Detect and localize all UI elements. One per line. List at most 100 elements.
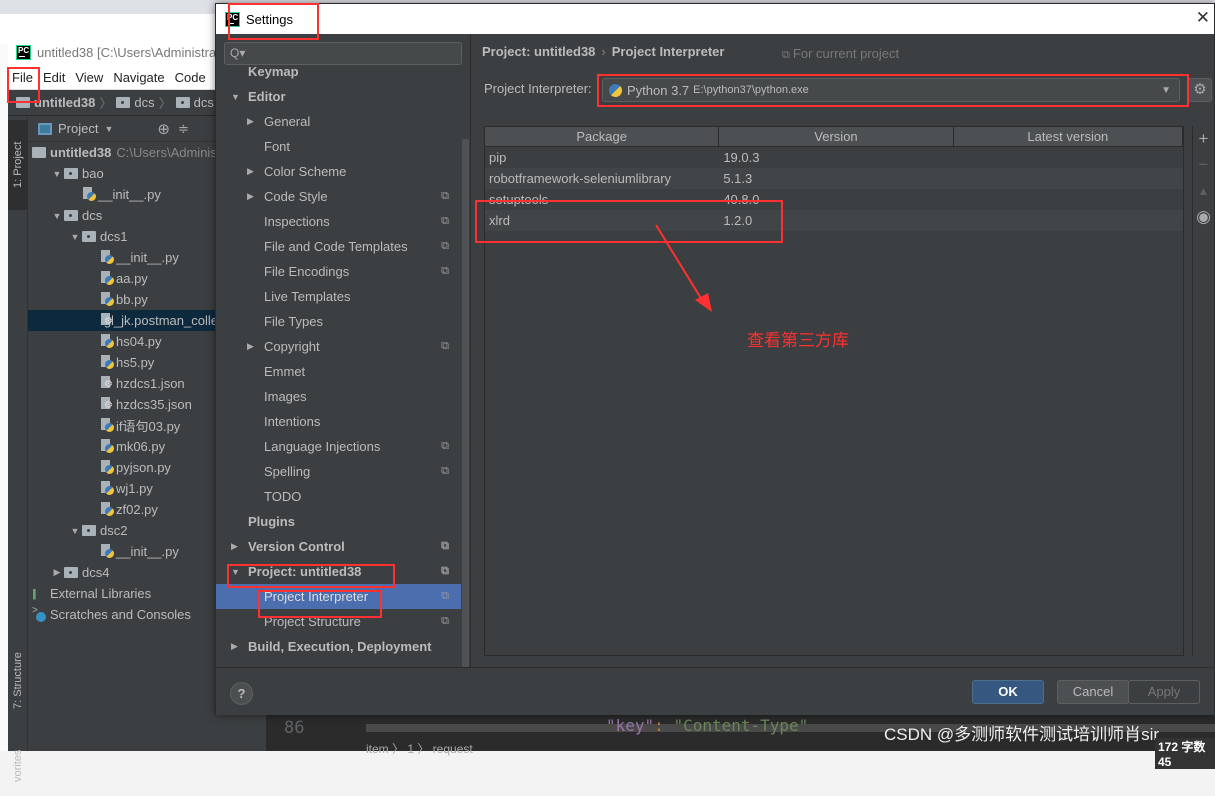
tree-item[interactable]: bb.py — [28, 289, 218, 310]
column-header-version[interactable]: Version — [719, 127, 954, 146]
python-file-icon — [100, 439, 114, 454]
add-package-icon[interactable]: + — [1193, 126, 1214, 152]
collapse-all-icon[interactable]: ≑ — [178, 121, 189, 137]
chevron-down-icon[interactable]: ▼ — [50, 169, 64, 179]
settings-tree-item[interactable]: Spelling ⧉ — [216, 459, 461, 484]
project-view-selector[interactable]: Project — [58, 121, 98, 136]
settings-tree-item-label: Images — [264, 389, 307, 404]
tree-item[interactable]: Scratches and Consoles — [28, 604, 218, 625]
settings-tree-item[interactable]: ▶ Copyright ⧉ — [216, 334, 461, 359]
tree-item[interactable]: mk06.py — [28, 436, 218, 457]
gear-icon[interactable]: ⚙ — [1188, 78, 1212, 102]
menu-navigate[interactable]: Navigate — [113, 70, 164, 85]
settings-tree-item[interactable]: File Encodings ⧉ — [216, 259, 461, 284]
chevron-down-icon[interactable]: ▼ — [104, 124, 113, 134]
project-scope-icon: ⧉ — [441, 590, 449, 602]
tree-item[interactable]: ▶ dcs4 — [28, 562, 218, 583]
tree-item[interactable]: hzdcs35.json — [28, 394, 218, 415]
tree-item[interactable]: ||| External Libraries — [28, 583, 218, 604]
tree-item[interactable]: gl_jk.postman_colle — [28, 310, 218, 331]
chevron-right-icon[interactable]: ▶ — [247, 116, 254, 127]
tree-item-label: Scratches and Consoles — [50, 607, 191, 622]
chevron-right-icon[interactable]: ▶ — [247, 341, 254, 352]
cancel-button[interactable]: Cancel — [1057, 680, 1129, 704]
tree-item[interactable]: if语句03.py — [28, 415, 218, 436]
chevron-right-icon[interactable]: ▶ — [50, 567, 64, 578]
project-panel-header: Project ▼ ⊕ ≑ — [28, 116, 218, 142]
table-row[interactable]: pip 19.0.3 — [485, 147, 1183, 168]
breadcrumb-item[interactable]: untitled38 — [34, 95, 95, 110]
settings-tree-item[interactable]: Inspections ⧉ — [216, 209, 461, 234]
chevron-down-icon[interactable]: ▼ — [231, 92, 240, 102]
json-file-icon — [100, 397, 114, 412]
tree-item[interactable]: ▼ bao — [28, 163, 218, 184]
settings-tree-item[interactable]: ▶ Code Style ⧉ — [216, 184, 461, 209]
tree-item[interactable]: aa.py — [28, 268, 218, 289]
settings-tree-item[interactable]: ▶ Version Control ⧉ — [216, 534, 461, 559]
settings-tree-item[interactable]: ▶ Build, Execution, Deployment — [216, 634, 461, 659]
tree-item[interactable]: zf02.py — [28, 499, 218, 520]
menu-view[interactable]: View — [75, 70, 103, 85]
chevron-right-icon[interactable]: ▶ — [247, 166, 254, 177]
table-row[interactable]: robotframework-seleniumlibrary 5.1.3 — [485, 168, 1183, 189]
tree-item[interactable]: hs04.py — [28, 331, 218, 352]
settings-tree-item[interactable]: Plugins — [216, 509, 461, 534]
settings-tree-item[interactable]: Images — [216, 384, 461, 409]
settings-tree-item[interactable]: File Types — [216, 309, 461, 334]
chevron-down-icon[interactable]: ▼ — [68, 526, 82, 536]
settings-tree-item[interactable]: Language Injections ⧉ — [216, 434, 461, 459]
chevron-down-icon[interactable]: ▼ — [50, 211, 64, 221]
settings-tree-item[interactable]: TODO — [216, 484, 461, 509]
sidebar-scrollbar[interactable] — [462, 139, 469, 684]
breadcrumb-item[interactable]: dcs — [134, 95, 154, 110]
remove-package-icon[interactable]: − — [1193, 152, 1214, 178]
tree-item-label: bao — [82, 166, 104, 181]
eye-icon[interactable]: ◉ — [1193, 204, 1214, 230]
settings-tree-item-label: Spelling — [264, 464, 311, 479]
settings-tree-item[interactable]: Intentions — [216, 409, 461, 434]
settings-tree-item[interactable]: ▶ General — [216, 109, 461, 134]
menu-edit[interactable]: Edit — [43, 70, 65, 85]
code-key: "key" — [606, 716, 655, 735]
settings-tree-item[interactable]: Keymap — [216, 67, 461, 84]
tree-item[interactable]: hs5.py — [28, 352, 218, 373]
menu-code[interactable]: Code — [175, 70, 206, 85]
settings-tree-item[interactable]: Live Templates — [216, 284, 461, 309]
tree-item[interactable]: __init__.py — [28, 184, 218, 205]
chevron-right-icon[interactable]: ▶ — [231, 541, 238, 552]
tool-tab-favorites[interactable]: vorites — [8, 736, 28, 796]
ok-button[interactable]: OK — [972, 680, 1044, 704]
python-file-icon — [82, 187, 96, 202]
project-scope-icon: ⧉ — [441, 215, 449, 227]
column-header-latest-version[interactable]: Latest version — [954, 127, 1183, 146]
tool-tab-structure[interactable]: 7: Structure — [8, 636, 28, 726]
close-icon[interactable]: ✕ — [1196, 8, 1210, 28]
tree-item[interactable]: ▼ dcs1 — [28, 226, 218, 247]
settings-tree-item[interactable]: File and Code Templates ⧉ — [216, 234, 461, 259]
locate-icon[interactable]: ⊕ — [157, 120, 170, 138]
tree-item[interactable]: pyjson.py — [28, 457, 218, 478]
settings-tree-item[interactable]: Emmet — [216, 359, 461, 384]
chevron-right-icon[interactable]: ▶ — [247, 191, 254, 202]
tree-item[interactable]: __init__.py — [28, 247, 218, 268]
settings-tree-item[interactable]: Font — [216, 134, 461, 159]
annotation-box-project-node — [227, 564, 395, 588]
tree-item[interactable]: untitled38 C:\Users\Adminis — [28, 142, 218, 163]
chevron-down-icon[interactable]: ▼ — [68, 232, 82, 242]
tool-tab-project[interactable]: 1: Project — [8, 120, 28, 210]
upgrade-package-icon[interactable]: ▲ — [1193, 178, 1214, 204]
apply-button[interactable]: Apply — [1128, 680, 1200, 704]
tree-item[interactable]: ▼ dcs — [28, 205, 218, 226]
column-header-package[interactable]: Package — [485, 127, 720, 146]
project-tree: untitled38 C:\Users\Adminis ▼ bao __init__.p… — [28, 142, 218, 622]
settings-search-input[interactable]: Q▾ — [224, 42, 462, 65]
tree-item[interactable]: hzdcs1.json — [28, 373, 218, 394]
tree-item[interactable]: wj1.py — [28, 478, 218, 499]
settings-tree-item[interactable]: ▼ Editor — [216, 84, 461, 109]
tree-item[interactable]: __init__.py — [28, 541, 218, 562]
chevron-right-icon[interactable]: ▶ — [231, 641, 238, 652]
settings-tree-item[interactable]: ▶ Color Scheme — [216, 159, 461, 184]
help-button[interactable]: ? — [230, 682, 253, 705]
tree-item[interactable]: ▼ dsc2 — [28, 520, 218, 541]
editor-breadcrumbs[interactable]: item 〉 1 〉 request — [366, 740, 473, 757]
